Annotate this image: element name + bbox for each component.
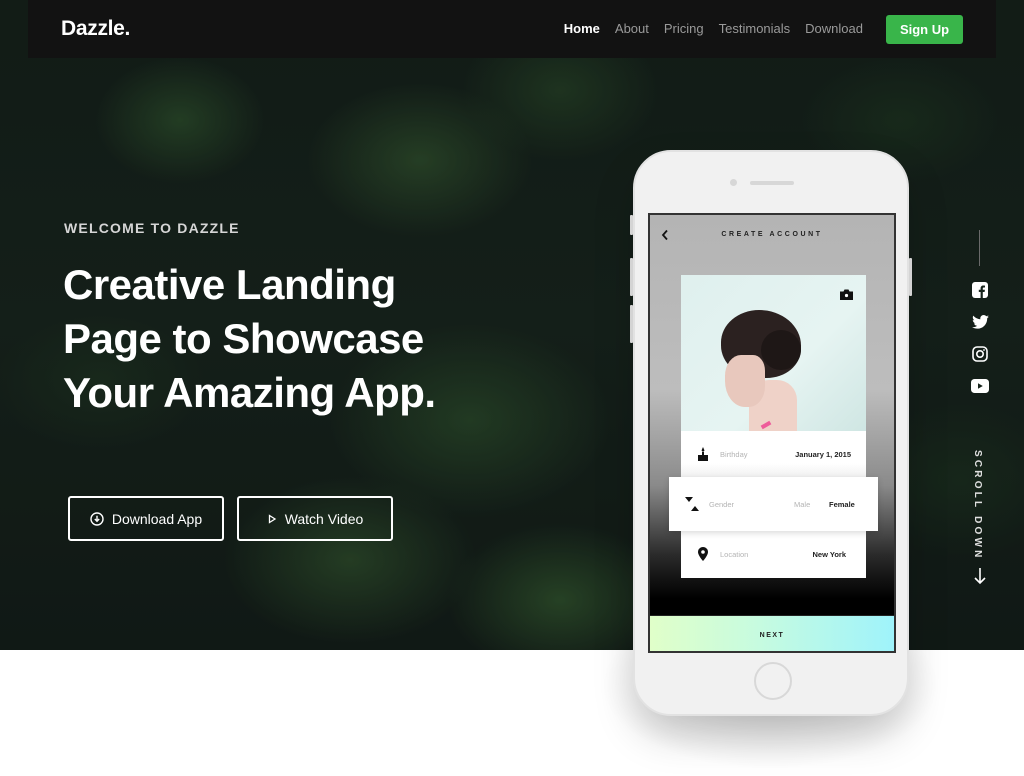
- nav-download[interactable]: Download: [805, 21, 863, 36]
- scroll-down-label[interactable]: SCROLL DOWN: [972, 450, 983, 561]
- nav-links: Home About Pricing Testimonials Download: [564, 21, 863, 36]
- logo[interactable]: Dazzle.: [61, 17, 130, 41]
- screen-title: CREATE ACCOUNT: [721, 231, 823, 238]
- nav-pricing[interactable]: Pricing: [664, 21, 704, 36]
- download-circle-icon: [90, 511, 104, 526]
- location-field[interactable]: Location New York: [681, 531, 866, 578]
- nav-about[interactable]: About: [615, 21, 649, 36]
- phone-power-button: [909, 258, 912, 296]
- profile-photo[interactable]: [681, 275, 866, 431]
- headline-line: Creative Landing: [63, 261, 396, 308]
- phone-home-button: [754, 662, 792, 700]
- watch-video-label: Watch Video: [284, 510, 364, 527]
- birthday-field[interactable]: Birthday January 1, 2015: [681, 431, 866, 477]
- play-icon: [267, 513, 277, 524]
- arrow-down-icon[interactable]: [973, 567, 987, 590]
- camera-icon[interactable]: [840, 287, 853, 305]
- nav-home[interactable]: Home: [564, 21, 600, 36]
- hero-headline: Creative Landing Page to Showcase Your A…: [63, 258, 533, 420]
- birthday-value: January 1, 2015: [795, 449, 851, 459]
- phone-mockup: CREATE ACCOUNT Birthday January 1, 2015 …: [633, 150, 909, 716]
- navbar: Dazzle. Home About Pricing Testimonials …: [28, 0, 996, 58]
- next-button[interactable]: NEXT: [650, 615, 894, 651]
- photo-detail: [761, 330, 801, 370]
- facebook-icon[interactable]: [971, 281, 989, 299]
- youtube-icon[interactable]: [971, 377, 989, 395]
- hero-eyebrow: WELCOME TO DAZZLE: [64, 220, 240, 236]
- gender-option-male[interactable]: Male: [794, 500, 810, 509]
- gender-label: Gender: [709, 499, 735, 509]
- gender-field: Gender Male Female: [669, 477, 878, 531]
- divider: [979, 230, 980, 266]
- location-pin-icon: [698, 547, 708, 563]
- gender-option-female[interactable]: Female: [829, 500, 855, 509]
- phone-speaker: [750, 181, 794, 185]
- download-app-button[interactable]: Download App: [68, 496, 224, 541]
- watch-video-button[interactable]: Watch Video: [237, 496, 393, 541]
- headline-line: Your Amazing App.: [63, 369, 436, 416]
- photo-detail: [725, 355, 765, 407]
- headline-line: Page to Showcase: [63, 315, 424, 362]
- cake-icon: [698, 447, 708, 463]
- phone-camera: [730, 179, 737, 186]
- birthday-label: Birthday: [720, 449, 748, 459]
- download-app-label: Download App: [111, 510, 203, 527]
- instagram-icon[interactable]: [971, 345, 989, 363]
- location-value: New York: [812, 550, 847, 559]
- location-label: Location: [720, 550, 749, 559]
- phone-screen: CREATE ACCOUNT Birthday January 1, 2015 …: [648, 213, 896, 653]
- sign-up-button[interactable]: Sign Up: [886, 15, 963, 44]
- gender-icon: [685, 497, 699, 513]
- nav-testimonials[interactable]: Testimonials: [719, 21, 791, 36]
- twitter-icon[interactable]: [971, 313, 989, 331]
